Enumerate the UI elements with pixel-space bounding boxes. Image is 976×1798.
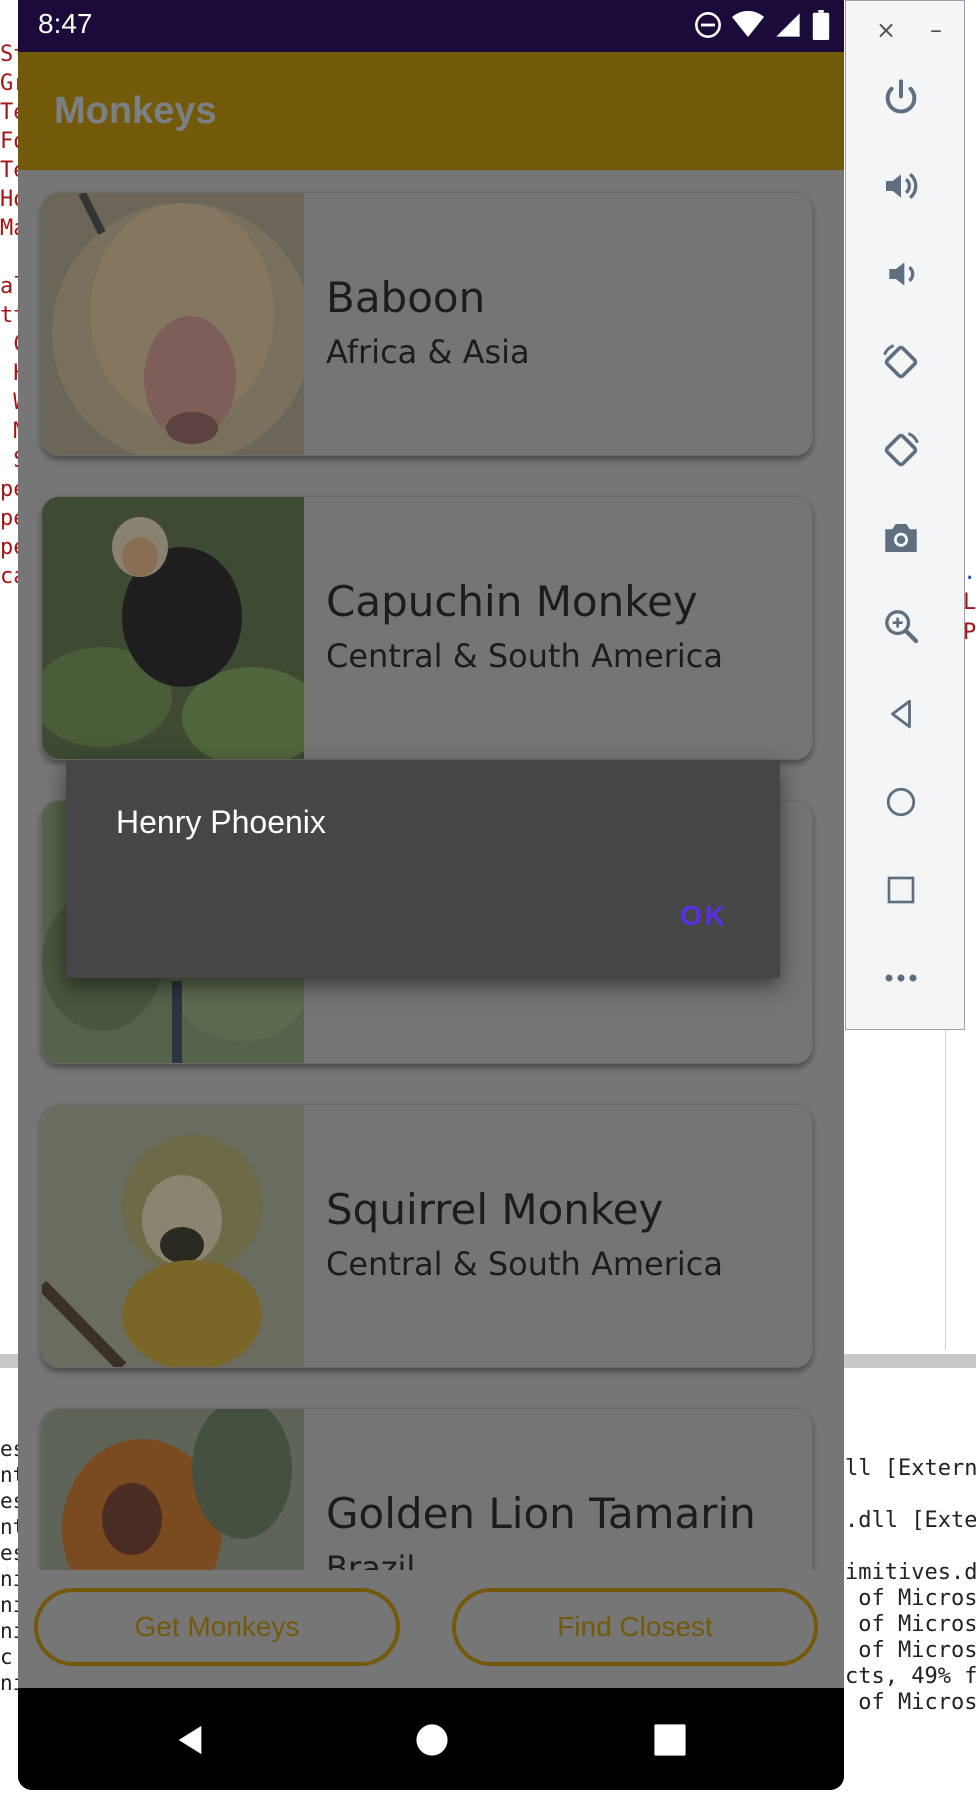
monkey-card-capuchin[interactable]: Capuchin Monkey Central & South America [41, 496, 813, 760]
app-title: Monkeys [54, 90, 217, 132]
more-icon[interactable] [876, 953, 926, 1003]
zoom-icon[interactable] [876, 601, 926, 651]
signal-icon [776, 13, 800, 37]
monkey-card-squirrel[interactable]: Squirrel Monkey Central & South America [41, 1104, 813, 1368]
monkey-name: Baboon [326, 273, 486, 322]
monkey-card-baboon[interactable]: Baboon Africa & Asia [41, 192, 813, 456]
nav-back-icon[interactable] [168, 1718, 212, 1762]
bottom-actions: Get Monkeys Find Closest [18, 1570, 844, 1688]
monkey-location: Africa & Asia [326, 333, 530, 371]
power-icon[interactable] [876, 73, 926, 123]
alert-dialog: Henry Phoenix OK [66, 760, 780, 978]
back-icon[interactable] [876, 689, 926, 739]
monkey-name: Squirrel Monkey [326, 1185, 664, 1234]
status-icons [694, 10, 830, 40]
dialog-ok-button[interactable]: OK [680, 900, 728, 932]
capuchin-photo [42, 497, 304, 759]
volume-up-icon[interactable] [876, 161, 926, 211]
minimize-icon[interactable]: – [921, 15, 951, 45]
monkey-location: Brazil [326, 1549, 416, 1570]
monkey-location: Central & South America [326, 637, 723, 675]
find-closest-button[interactable]: Find Closest [452, 1588, 818, 1666]
dialog-title: Henry Phoenix [116, 804, 326, 840]
baboon-photo [42, 193, 304, 455]
monkey-name: Capuchin Monkey [326, 577, 698, 626]
monkey-location: Central & South America [326, 1245, 723, 1283]
squirrel-monkey-photo [42, 1105, 304, 1367]
rotate-left-icon[interactable] [876, 337, 926, 387]
android-nav-bar [18, 1688, 844, 1790]
nav-overview-icon[interactable] [648, 1718, 692, 1762]
home-icon[interactable] [876, 777, 926, 827]
rotate-right-icon[interactable] [876, 425, 926, 475]
emulator-toolbar: × – [845, 0, 965, 1030]
emulator-screen: 8:47 Monkeys Baboon Africa & Asia Capuch… [18, 0, 844, 1790]
wifi-icon [732, 11, 764, 37]
do-not-disturb-icon [695, 12, 721, 38]
ide-output-right: ll [Externa .dll [Exter imitives.dl of M… [845, 1456, 976, 1715]
status-bar: 8:47 [18, 0, 844, 52]
golden-lion-tamarin-photo [42, 1409, 304, 1570]
get-monkeys-button[interactable]: Get Monkeys [34, 1588, 400, 1666]
app-bar: Monkeys [18, 52, 844, 170]
camera-icon[interactable] [876, 513, 926, 563]
overview-icon[interactable] [876, 865, 926, 915]
close-icon[interactable]: × [871, 15, 901, 45]
status-time: 8:47 [38, 8, 93, 39]
monkey-name: Golden Lion Tamarin [326, 1489, 756, 1538]
volume-down-icon[interactable] [876, 249, 926, 299]
monkey-card-tamarin[interactable]: Golden Lion Tamarin Brazil [41, 1408, 813, 1570]
nav-home-icon[interactable] [410, 1718, 454, 1762]
battery-icon [812, 10, 830, 40]
